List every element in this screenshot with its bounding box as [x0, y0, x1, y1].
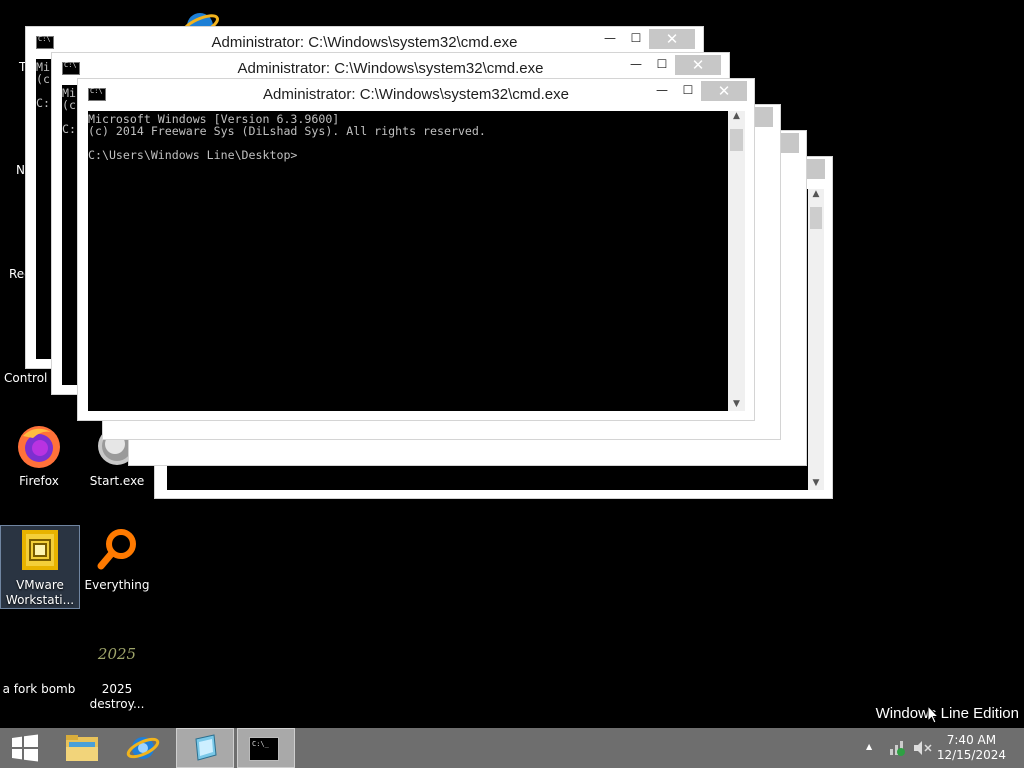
cmd-window-3-active[interactable]: Administrator: C:\Windows\system32\cmd.e…	[77, 78, 755, 421]
maximize-button[interactable]: ☐	[649, 55, 675, 75]
console-prompt: C:\Users\Windows Line\Desktop>	[88, 148, 298, 162]
scroll-down-arrow[interactable]: ▼	[728, 399, 745, 409]
network-icon[interactable]	[888, 739, 906, 761]
taskbar-cmd[interactable]: C:\_	[237, 728, 295, 768]
scrollbar-thumb[interactable]	[810, 207, 822, 229]
blank-file-icon	[15, 630, 63, 678]
start-exe-label: Start.exe	[89, 474, 145, 488]
desktop-label-clipped-n: N	[16, 163, 25, 177]
vmware-icon	[16, 526, 64, 574]
close-button[interactable]: ✕	[675, 55, 721, 75]
taskbar-internet-explorer[interactable]	[116, 728, 170, 768]
mouse-cursor	[927, 704, 940, 729]
windows-logo-icon	[12, 734, 38, 762]
taskbar: C:\_ ▲ 7:40 AM 12/15/2024	[0, 728, 1024, 768]
everything-desktop-icon[interactable]: Everything	[78, 526, 156, 593]
taskbar-file-explorer[interactable]	[56, 728, 108, 768]
edition-watermark: Windows Line Edition	[875, 705, 1019, 722]
fork-bomb-label: a fork bomb	[2, 682, 76, 696]
console-area[interactable]: Microsoft Windows [Version 6.3.9600] (c)…	[88, 111, 728, 411]
tray-overflow-arrow[interactable]: ▲	[866, 742, 872, 751]
cmd-taskbar-icon: C:\_	[249, 737, 279, 761]
minimize-button[interactable]: —	[649, 81, 675, 101]
maximize-button[interactable]: ☐	[623, 29, 649, 49]
firefox-desktop-icon[interactable]: Firefox	[0, 422, 78, 489]
minimize-button[interactable]: —	[623, 55, 649, 75]
folder-icon	[66, 735, 98, 761]
volume-muted-icon[interactable]	[912, 739, 932, 761]
firefox-label: Firefox	[19, 474, 59, 488]
console-text: Mi (c C:	[36, 60, 50, 110]
fork-bomb-desktop-icon[interactable]: a fork bomb	[0, 630, 78, 697]
scrollbar[interactable]: ▲ ▼	[808, 189, 824, 490]
console-text: Microsoft Windows [Version 6.3.9600] (c)…	[88, 113, 486, 161]
clock-date: 12/15/2024	[936, 748, 1006, 762]
scroll-up-arrow[interactable]: ▲	[728, 111, 745, 121]
internet-explorer-desktop-icon[interactable]	[180, 6, 220, 28]
maximize-button[interactable]: ☐	[675, 81, 701, 101]
svg-text:C:\_: C:\_	[252, 740, 270, 748]
taskbar-notepad[interactable]	[176, 728, 234, 768]
start-button[interactable]	[0, 728, 50, 768]
vmware-desktop-icon[interactable]: VMware Workstati...	[0, 525, 80, 609]
handwritten-2025-icon: 2025	[97, 645, 137, 663]
everything-label: Everything	[84, 578, 150, 592]
firefox-icon	[15, 422, 63, 470]
destroy-label: 2025 destroy...	[89, 682, 145, 711]
vmware-label: VMware Workstati...	[5, 578, 75, 607]
scrollbar[interactable]: ▲ ▼	[728, 111, 745, 411]
clock[interactable]: 7:40 AM 12/15/2024	[937, 733, 1006, 763]
magnifier-icon	[93, 526, 141, 574]
close-button[interactable]: ✕	[701, 81, 747, 101]
close-button[interactable]: ✕	[649, 29, 695, 49]
clock-time: 7:40 AM	[946, 733, 997, 747]
scrollbar-thumb[interactable]	[730, 129, 743, 151]
console-text: Mi (c C:	[62, 86, 76, 136]
console-line-copyright: (c) 2014 Freeware Sys (DiLshad Sys). All…	[88, 124, 486, 138]
notepad-icon	[195, 734, 217, 761]
destroy-desktop-icon[interactable]: 2025 2025 destroy...	[78, 630, 156, 712]
internet-explorer-icon	[126, 737, 160, 759]
minimize-button[interactable]: —	[597, 29, 623, 49]
